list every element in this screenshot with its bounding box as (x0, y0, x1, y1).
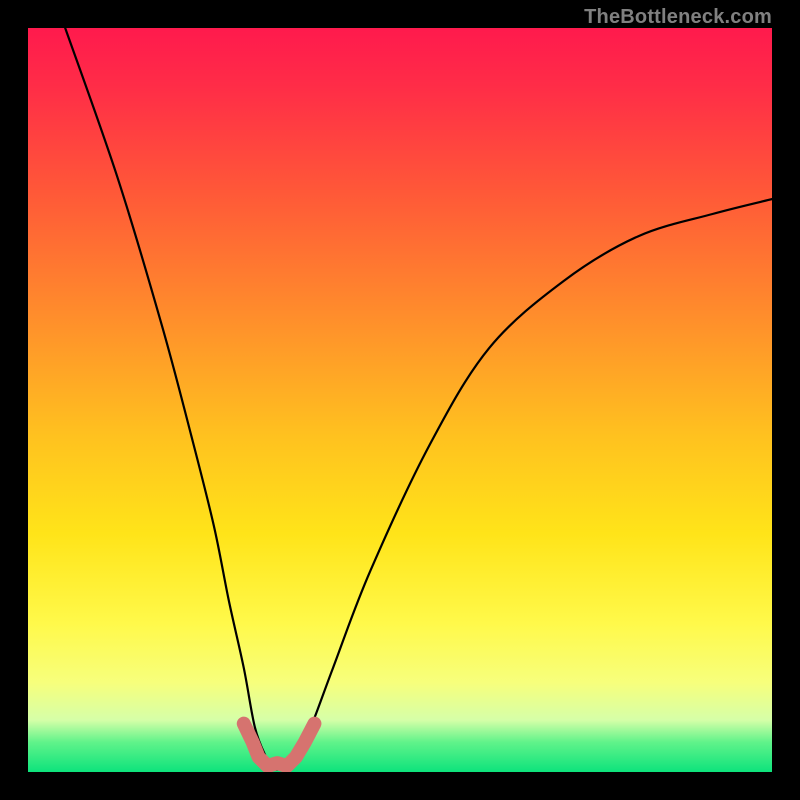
bottleneck-curve (65, 28, 772, 770)
marker-bumps (244, 724, 315, 766)
plot-area (28, 28, 772, 772)
bottleneck-chart (28, 28, 772, 772)
watermark-text: TheBottleneck.com (584, 6, 772, 29)
